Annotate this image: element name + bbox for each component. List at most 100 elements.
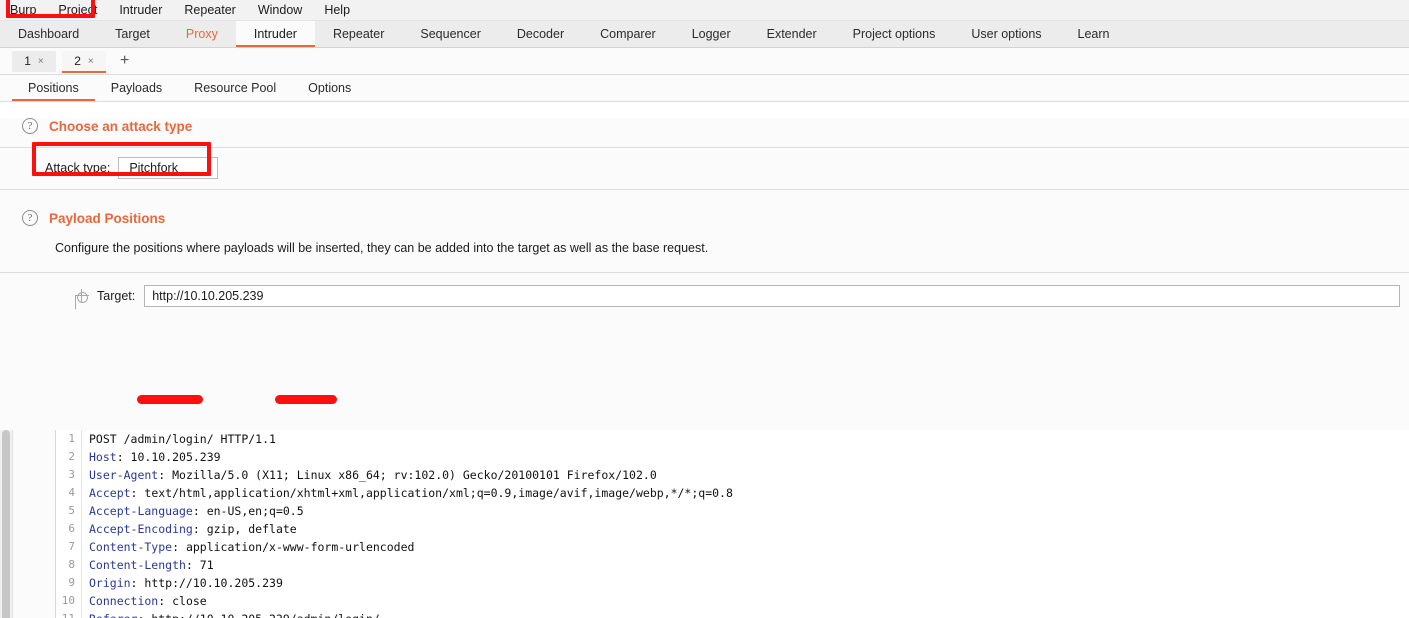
username-payload-marker-underline xyxy=(137,395,203,404)
divider xyxy=(0,147,1409,148)
code-span: Accept xyxy=(89,486,131,500)
code-span: Origin xyxy=(89,576,131,590)
code-span: Connection xyxy=(89,594,158,608)
menu-item-burp[interactable]: Burp xyxy=(10,0,49,21)
line-number: 3 xyxy=(56,466,82,484)
tab-extender[interactable]: Extender xyxy=(749,21,835,47)
request-line: 3User-Agent: Mozilla/5.0 (X11; Linux x86… xyxy=(56,466,1409,484)
payload-positions-section-title: Payload Positions xyxy=(49,211,165,226)
line-number: 10 xyxy=(56,592,82,610)
attack-type-row: Attack type: Pitchfork xyxy=(0,157,1409,179)
tab-intruder[interactable]: Intruder xyxy=(236,21,315,47)
tab-target[interactable]: Target xyxy=(97,21,168,47)
tab-comparer[interactable]: Comparer xyxy=(582,21,674,47)
attack-tab-2-label: 2 xyxy=(74,54,81,68)
menu-item-intruder[interactable]: Intruder xyxy=(119,0,175,21)
request-line: 8Content-Length: 71 xyxy=(56,556,1409,574)
scrollbar-thumb[interactable] xyxy=(2,430,10,618)
code-span: : http://10.10.205.239 xyxy=(131,576,283,590)
menu-item-help[interactable]: Help xyxy=(324,0,363,21)
line-number: 6 xyxy=(56,520,82,538)
line-text: POST /admin/login/ HTTP/1.1 xyxy=(82,430,276,448)
new-attack-tab-button[interactable]: + xyxy=(112,53,137,69)
password-payload-marker-underline xyxy=(275,395,337,404)
crosshair-icon xyxy=(75,290,88,303)
line-text: Content-Length: 71 xyxy=(82,556,214,574)
request-line: 5Accept-Language: en-US,en;q=0.5 xyxy=(56,502,1409,520)
tab-sequencer[interactable]: Sequencer xyxy=(402,21,498,47)
request-line: 9Origin: http://10.10.205.239 xyxy=(56,574,1409,592)
line-text: Accept: text/html,application/xhtml+xml,… xyxy=(82,484,733,502)
code-span: : application/x-www-form-urlencoded xyxy=(172,540,414,554)
line-text: Accept-Language: en-US,en;q=0.5 xyxy=(82,502,304,520)
request-line: 10Connection: close xyxy=(56,592,1409,610)
attack-type-label: Attack type: xyxy=(45,161,110,175)
code-span: Content-Length xyxy=(89,558,186,572)
code-span: : gzip, deflate xyxy=(193,522,297,536)
line-number: 1 xyxy=(56,430,82,448)
target-input[interactable]: http://10.10.205.239 xyxy=(144,285,1400,307)
sub-tab-resource-pool[interactable]: Resource Pool xyxy=(178,75,292,101)
code-span: Accept-Encoding xyxy=(89,522,193,536)
menu-item-window[interactable]: Window xyxy=(258,0,315,21)
code-span: : 10.10.205.239 xyxy=(117,450,221,464)
suite-tab-bar: Dashboard Target Proxy Intruder Repeater… xyxy=(0,21,1409,48)
menu-bar: Burp Project Intruder Repeater Window He… xyxy=(0,0,1409,21)
line-text: Content-Type: application/x-www-form-url… xyxy=(82,538,414,556)
code-span: Content-Type xyxy=(89,540,172,554)
sub-tab-options[interactable]: Options xyxy=(292,75,367,101)
payload-positions-section-header: ? Payload Positions xyxy=(0,210,1409,226)
line-text: Host: 10.10.205.239 xyxy=(82,448,221,466)
code-span: User-Agent xyxy=(89,468,158,482)
tab-project-options[interactable]: Project options xyxy=(835,21,954,47)
request-line: 2Host: 10.10.205.239 xyxy=(56,448,1409,466)
line-text: Connection: close xyxy=(82,592,207,610)
payload-positions-description: Configure the positions where payloads w… xyxy=(0,241,1409,255)
code-span: Host xyxy=(89,450,117,464)
line-text: User-Agent: Mozilla/5.0 (X11; Linux x86_… xyxy=(82,466,657,484)
tab-dashboard[interactable]: Dashboard xyxy=(0,21,97,47)
line-number: 11 xyxy=(56,610,82,618)
tab-repeater[interactable]: Repeater xyxy=(315,21,402,47)
close-icon[interactable]: × xyxy=(38,56,44,67)
line-number: 5 xyxy=(56,502,82,520)
request-code[interactable]: 1POST /admin/login/ HTTP/1.12Host: 10.10… xyxy=(56,430,1409,618)
line-text: Origin: http://10.10.205.239 xyxy=(82,574,283,592)
attack-type-section-header: ? Choose an attack type xyxy=(0,118,1409,134)
code-span: : http://10.10.205.239/admin/login/ xyxy=(137,612,379,618)
request-editor[interactable]: 1POST /admin/login/ HTTP/1.12Host: 10.10… xyxy=(55,430,1409,618)
intruder-sub-tab-bar: Positions Payloads Resource Pool Options xyxy=(0,75,1409,102)
request-editor-area: 1POST /admin/login/ HTTP/1.12Host: 10.10… xyxy=(0,430,1409,618)
tab-decoder[interactable]: Decoder xyxy=(499,21,582,47)
tab-user-options[interactable]: User options xyxy=(953,21,1059,47)
question-mark-icon[interactable]: ? xyxy=(22,118,38,134)
request-line: 4Accept: text/html,application/xhtml+xml… xyxy=(56,484,1409,502)
divider xyxy=(0,189,1409,190)
request-line: 1 POST /admin/login/ HTTP/1.1 xyxy=(56,430,1409,448)
code-span: : en-US,en;q=0.5 xyxy=(193,504,304,518)
positions-panel: ? Choose an attack type Attack type: Pit… xyxy=(0,118,1409,618)
menu-item-project[interactable]: Project xyxy=(58,0,110,21)
tab-learn[interactable]: Learn xyxy=(1060,21,1128,47)
tab-logger[interactable]: Logger xyxy=(674,21,749,47)
attack-tab-1[interactable]: 1 × xyxy=(12,51,56,72)
line-text: Referer: http://10.10.205.239/admin/logi… xyxy=(82,610,380,618)
menu-item-repeater[interactable]: Repeater xyxy=(184,0,248,21)
close-icon[interactable]: × xyxy=(88,56,94,67)
divider xyxy=(0,272,1409,273)
sub-tab-positions[interactable]: Positions xyxy=(12,75,95,101)
code-span: Accept-Language xyxy=(89,504,193,518)
tab-proxy[interactable]: Proxy xyxy=(168,21,236,47)
attack-tab-1-label: 1 xyxy=(24,54,31,68)
request-line: 11Referer: http://10.10.205.239/admin/lo… xyxy=(56,610,1409,618)
question-mark-icon[interactable]: ? xyxy=(22,210,38,226)
code-span: : Mozilla/5.0 (X11; Linux x86_64; rv:102… xyxy=(158,468,657,482)
attack-tab-2[interactable]: 2 × xyxy=(62,51,106,72)
code-span: POST /admin/login/ HTTP/1.1 xyxy=(89,432,276,446)
sub-tab-payloads[interactable]: Payloads xyxy=(95,75,178,101)
attack-tab-bar: 1 × 2 × + xyxy=(0,48,1409,75)
attack-type-select[interactable]: Pitchfork xyxy=(118,157,218,179)
vertical-scrollbar[interactable] xyxy=(0,430,13,618)
line-number: 2 xyxy=(56,448,82,466)
target-label: Target: xyxy=(97,289,135,303)
